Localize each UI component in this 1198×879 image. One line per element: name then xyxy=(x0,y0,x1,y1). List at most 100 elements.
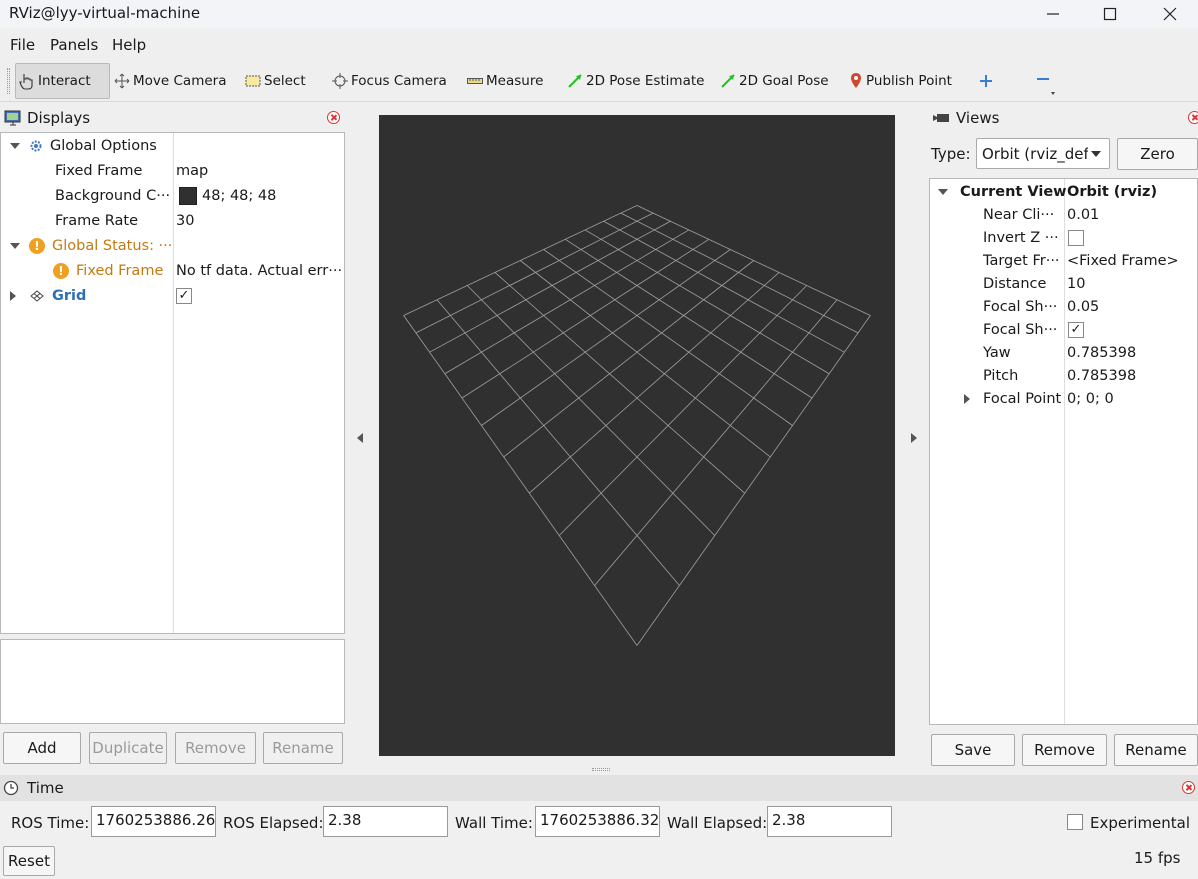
view-type-select[interactable]: Orbit (rviz_defa xyxy=(976,138,1110,169)
move-camera-tool-button[interactable]: Move Camera xyxy=(114,63,226,99)
experimental-label: Experimental xyxy=(1090,814,1191,832)
interact-label: Interact xyxy=(38,73,91,89)
zero-view-button[interactable]: Zero xyxy=(1117,138,1198,170)
fixed-frame-row[interactable]: Fixed Frame xyxy=(55,158,142,183)
time-panel-header: Time xyxy=(0,775,1198,801)
views-tree: Current View Orbit (rviz) Near Cli··· 0.… xyxy=(929,178,1198,725)
near-clip-value[interactable]: 0.01 xyxy=(1067,202,1099,227)
display-description-box xyxy=(0,639,345,724)
pitch-value[interactable]: 0.785398 xyxy=(1067,363,1136,388)
remove-display-button[interactable]: Remove xyxy=(175,732,256,764)
remove-tool-button[interactable] xyxy=(1035,63,1059,99)
global-status-label: Global Status: ··· xyxy=(52,237,173,254)
distance-value[interactable]: 10 xyxy=(1067,271,1085,296)
focus-camera-tool-button[interactable]: Focus Camera xyxy=(332,63,447,99)
focal-shape-fixed-checkbox[interactable]: ✓ xyxy=(1068,321,1084,338)
grid-3d xyxy=(403,205,871,646)
frame-rate-value[interactable]: 30 xyxy=(176,208,194,233)
pose-estimate-tool-button[interactable]: 2D Pose Estimate xyxy=(567,63,704,99)
warning-icon: ! xyxy=(53,262,69,279)
close-icon xyxy=(1163,7,1177,21)
camera-icon xyxy=(933,114,949,122)
close-window-button[interactable] xyxy=(1140,0,1198,28)
fixed-frame-value[interactable]: map xyxy=(176,158,208,183)
focal-point-row[interactable]: Focal Point xyxy=(964,386,1061,411)
expand-arrow-icon[interactable] xyxy=(10,142,20,149)
rename-display-button[interactable]: Rename xyxy=(263,732,343,764)
grid-line xyxy=(594,299,838,586)
grid-line xyxy=(520,260,771,458)
goal-pose-tool-button[interactable]: 2D Goal Pose xyxy=(720,63,829,99)
publish-point-tool-button[interactable]: Publish Point xyxy=(849,63,952,99)
grid-line xyxy=(503,260,754,458)
background-color-value[interactable]: 48; 48; 48 xyxy=(179,183,276,208)
current-view-value: Orbit (rviz) xyxy=(1067,183,1158,200)
time-title: Time xyxy=(27,779,64,797)
global-status-row[interactable]: ! Global Status: ··· xyxy=(10,233,172,258)
interact-tool-button[interactable]: Interact xyxy=(15,63,110,99)
goal-pose-label: 2D Goal Pose xyxy=(739,73,829,89)
grid-line xyxy=(558,285,807,536)
invert-z-checkbox[interactable] xyxy=(1068,229,1084,246)
ros-time-field[interactable]: 1760253886.26 xyxy=(91,806,216,837)
global-options-row[interactable]: Global Options xyxy=(10,133,157,158)
grid-line xyxy=(403,315,638,646)
rename-view-button[interactable]: Rename xyxy=(1114,734,1198,766)
expand-arrow-icon[interactable] xyxy=(10,242,20,249)
grid-enabled-row: ✓ xyxy=(176,283,192,308)
frame-rate-row[interactable]: Frame Rate xyxy=(55,208,138,233)
ros-elapsed-field[interactable]: 2.38 xyxy=(323,806,448,837)
minimize-button[interactable] xyxy=(1023,0,1083,28)
hand-pointer-icon xyxy=(19,74,33,90)
current-view-row[interactable]: Current View xyxy=(938,179,1067,204)
toolbar-grip[interactable] xyxy=(7,68,10,94)
status-fixed-frame-row[interactable]: ! Fixed Frame xyxy=(53,258,163,283)
column-divider xyxy=(1064,179,1065,724)
measure-label: Measure xyxy=(486,73,544,89)
add-display-button[interactable]: Add xyxy=(3,732,81,764)
chevron-right-icon xyxy=(911,433,917,443)
menu-help[interactable]: Help xyxy=(112,36,146,54)
close-time-icon[interactable] xyxy=(1182,781,1195,794)
menu-file[interactable]: File xyxy=(10,36,35,54)
focal-shape-size-value[interactable]: 0.05 xyxy=(1067,294,1099,319)
measure-tool-button[interactable]: Measure xyxy=(467,63,543,99)
status-fixed-frame-value[interactable]: No tf data. Actual err··· xyxy=(176,258,342,283)
chevron-down-icon xyxy=(1091,151,1101,157)
target-frame-value[interactable]: <Fixed Frame> xyxy=(1067,248,1179,273)
grid-enabled-checkbox[interactable]: ✓ xyxy=(176,287,192,304)
remove-view-button[interactable]: Remove xyxy=(1022,734,1107,766)
bottom-splitter-grip[interactable] xyxy=(592,768,610,771)
focal-point-value[interactable]: 0; 0; 0 xyxy=(1067,386,1114,411)
invert-z-label: Invert Z ··· xyxy=(983,229,1059,246)
monitor-icon xyxy=(4,110,21,126)
invert-z-cell xyxy=(1068,225,1084,250)
expand-arrow-icon[interactable] xyxy=(938,188,948,195)
view-type-value: Orbit (rviz_defa xyxy=(982,145,1088,163)
select-tool-button[interactable]: Select xyxy=(245,63,306,99)
wall-time-field[interactable]: 1760253886.32 xyxy=(535,806,660,837)
menu-panels[interactable]: Panels xyxy=(50,36,98,54)
select-rectangle-icon xyxy=(245,75,261,87)
color-swatch[interactable] xyxy=(179,186,197,205)
wall-elapsed-field[interactable]: 2.38 xyxy=(767,806,892,837)
experimental-checkbox[interactable] xyxy=(1067,814,1083,830)
displays-panel-header: Displays xyxy=(0,105,345,131)
close-views-icon[interactable] xyxy=(1188,111,1198,124)
collapse-left-handle[interactable] xyxy=(356,431,364,447)
status-fixed-frame-label: Fixed Frame xyxy=(76,262,164,279)
maximize-button[interactable] xyxy=(1080,0,1140,28)
collapse-arrow-icon[interactable] xyxy=(10,290,16,301)
save-view-button[interactable]: Save xyxy=(931,734,1015,766)
background-color-row[interactable]: Background C··· xyxy=(55,183,170,208)
render-viewport[interactable] xyxy=(379,115,895,756)
close-displays-icon[interactable] xyxy=(327,111,340,124)
collapse-right-handle[interactable] xyxy=(910,431,918,447)
collapse-arrow-icon[interactable] xyxy=(964,393,970,404)
yaw-value[interactable]: 0.785398 xyxy=(1067,340,1136,365)
add-tool-button[interactable] xyxy=(978,63,994,99)
grid-row[interactable]: Grid xyxy=(10,283,86,308)
reset-button[interactable]: Reset xyxy=(3,846,55,876)
frame-rate-label: Frame Rate xyxy=(55,212,139,229)
duplicate-display-button[interactable]: Duplicate xyxy=(89,732,167,764)
